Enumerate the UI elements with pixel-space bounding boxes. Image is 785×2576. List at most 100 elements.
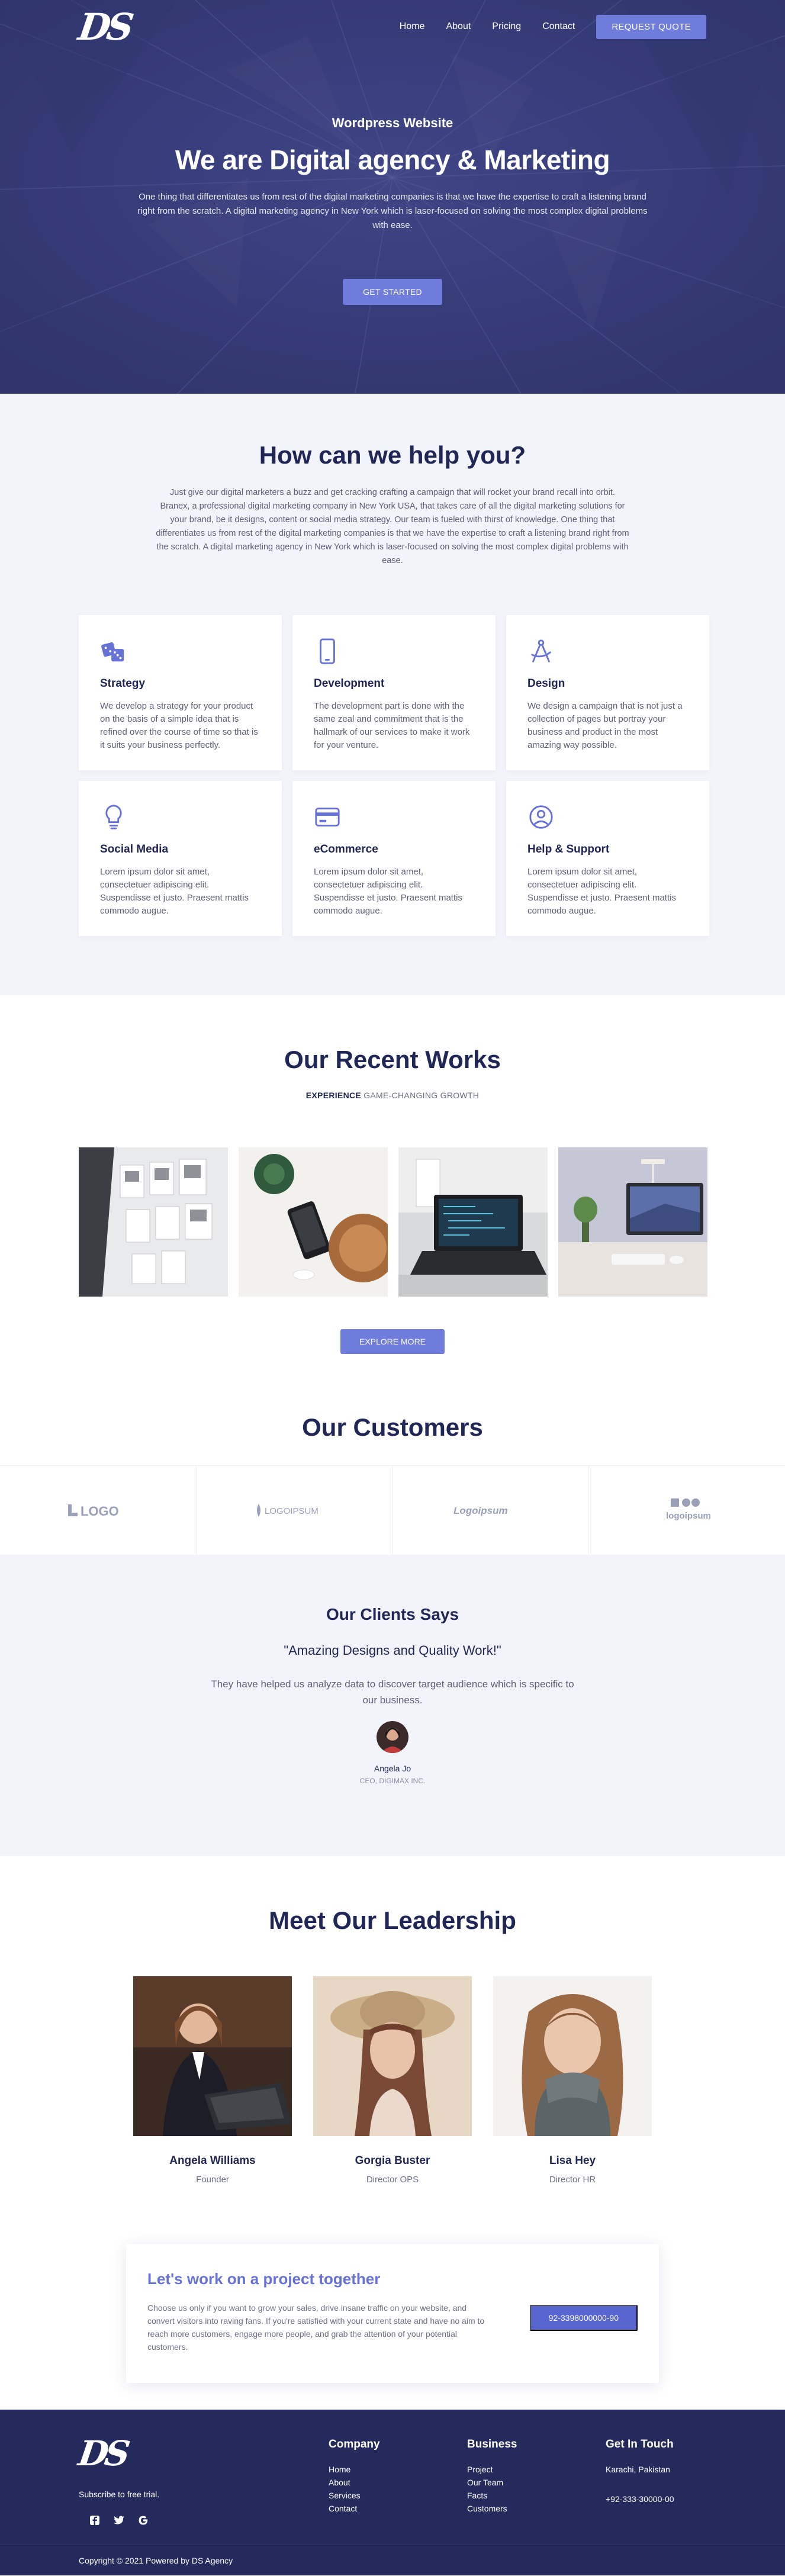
service-title: Help & Support [527, 843, 688, 856]
service-card-design[interactable]: Design We design a campaign that is not … [506, 615, 709, 770]
facebook-icon[interactable] [89, 2515, 100, 2526]
logo-mark-4: logoipsum [654, 1496, 719, 1525]
works-subtitle-rest: GAME-CHANGING GROWTH [361, 1091, 479, 1100]
works-gallery [79, 1147, 706, 1297]
copyright-text: Copyright © 2021 Powered by DS Agency [79, 2556, 233, 2565]
brand-logo[interactable]: DS [76, 5, 133, 49]
footer-contact: Get In Touch Karachi, Pakistan +92-333-3… [606, 2438, 674, 2506]
customer-logo-2[interactable]: LOGOIPSUM [197, 1466, 393, 1555]
testimonial-text: They have helped us analyze data to disc… [203, 1676, 582, 1708]
google-icon[interactable] [138, 2515, 149, 2526]
logo-text-4: logoipsum [666, 1511, 711, 1521]
work-image-laptop-code[interactable] [398, 1147, 548, 1297]
services-section: How can we help you? Just give our digit… [0, 394, 785, 995]
leader-card[interactable]: Angela Williams Founder [133, 1976, 292, 2185]
mobile-icon [314, 638, 341, 665]
nav-links: Home About Pricing Contact REQUEST QUOTE [400, 15, 706, 39]
footer-spacer [606, 2476, 674, 2493]
footer-subscribe[interactable]: Subscribe to free trial. [79, 2490, 159, 2499]
leader-name: Angela Williams [133, 2154, 292, 2167]
work-image-phone-desk[interactable] [239, 1147, 388, 1297]
testimonial-section: Our Clients Says "Amazing Designs and Qu… [0, 1555, 785, 1856]
leader-card[interactable]: Gorgia Buster Director OPS [313, 1976, 472, 2185]
footer-address: Karachi, Pakistan [606, 2463, 674, 2476]
compass-icon [527, 638, 555, 665]
service-title: eCommerce [314, 843, 474, 856]
hero-section: DS Home About Pricing Contact REQUEST QU… [0, 0, 785, 394]
customer-logo-1[interactable]: LOGO [0, 1466, 197, 1555]
customer-logo-3[interactable]: Logoipsum [392, 1466, 589, 1555]
works-subtitle-bold: EXPERIENCE [306, 1091, 361, 1100]
top-navigation: DS Home About Pricing Contact REQUEST QU… [0, 0, 785, 53]
service-title: Design [527, 677, 688, 690]
service-title: Strategy [100, 677, 260, 690]
leader-card[interactable]: Lisa Hey Director HR [493, 1976, 652, 2185]
service-card-strategy[interactable]: Strategy We develop a strategy for your … [79, 615, 282, 770]
footer-link-home[interactable]: Home [329, 2463, 380, 2476]
nav-link-contact[interactable]: Contact [542, 21, 575, 32]
leadership-grid: Angela Williams Founder Gorgia Buster Di… [0, 1976, 785, 2185]
service-title: Social Media [100, 843, 260, 856]
testimonial-name: Angela Jo [0, 1764, 785, 1773]
work-image-workspace[interactable] [558, 1147, 707, 1297]
footer-link-contact[interactable]: Contact [329, 2502, 380, 2515]
leader-role: Director HR [493, 2175, 652, 2185]
service-title: Development [314, 677, 474, 690]
customers-section: Our Customers LOGO LOGOIPSUM Logoipsum l… [0, 1390, 785, 1555]
footer-link-facts[interactable]: Facts [467, 2489, 517, 2502]
logo-mark-3: Logoipsum [449, 1501, 532, 1519]
service-text: Lorem ipsum dolor sit amet, consectetuer… [100, 866, 260, 918]
leadership-title: Meet Our Leadership [0, 1906, 785, 1935]
footer-business-title: Business [467, 2438, 517, 2451]
footer-company-title: Company [329, 2438, 380, 2451]
work-image-office-wall[interactable] [79, 1147, 228, 1297]
service-text: We design a campaign that is not just a … [527, 700, 688, 752]
cta-copy: Let's work on a project together Choose … [147, 2270, 491, 2353]
service-card-social-media[interactable]: Social Media Lorem ipsum dolor sit amet,… [79, 781, 282, 936]
nav-link-pricing[interactable]: Pricing [492, 21, 521, 32]
services-grid: Strategy We develop a strategy for your … [79, 615, 706, 936]
twitter-icon[interactable] [113, 2515, 125, 2526]
service-text: Lorem ipsum dolor sit amet, consectetuer… [314, 866, 474, 918]
service-card-ecommerce[interactable]: eCommerce Lorem ipsum dolor sit amet, co… [292, 781, 496, 936]
footer-logo[interactable]: DS [76, 2433, 129, 2474]
service-text: We develop a strategy for your product o… [100, 700, 260, 752]
service-card-development[interactable]: Development The development part is done… [292, 615, 496, 770]
footer-company: Company Home About Services Contact [329, 2438, 380, 2515]
testimonial-quote: "Amazing Designs and Quality Work!" [0, 1643, 785, 1658]
hero-description: One thing that differentiates us from re… [132, 190, 653, 233]
nav-link-about[interactable]: About [446, 21, 471, 32]
footer-business: Business Project Our Team Facts Customer… [467, 2438, 517, 2515]
footer-contact-title: Get In Touch [606, 2438, 674, 2451]
explore-wrap: EXPLORE MORE [79, 1329, 706, 1354]
avatar [377, 1721, 408, 1753]
footer-link-project[interactable]: Project [467, 2463, 517, 2476]
explore-more-button[interactable]: EXPLORE MORE [340, 1329, 445, 1354]
dice-icon [100, 638, 127, 665]
get-started-button[interactable]: GET STARTED [343, 279, 442, 305]
logo-text-3: Logoipsum [453, 1505, 508, 1516]
footer-link-customers[interactable]: Customers [467, 2502, 517, 2515]
works-title: Our Recent Works [79, 1046, 706, 1074]
nav-link-home[interactable]: Home [400, 21, 425, 32]
logo-text-1: LOGO [81, 1504, 119, 1519]
service-card-help-support[interactable]: Help & Support Lorem ipsum dolor sit ame… [506, 781, 709, 936]
leader-photo [133, 1976, 292, 2136]
testimonial-title: Our Clients Says [0, 1605, 785, 1624]
footer-link-about[interactable]: About [329, 2476, 380, 2489]
request-quote-button[interactable]: REQUEST QUOTE [596, 15, 706, 39]
user-circle-icon [527, 803, 555, 831]
call-phone-button[interactable]: 92-3398000000-90 [530, 2305, 638, 2331]
customers-title: Our Customers [0, 1413, 785, 1442]
footer-link-team[interactable]: Our Team [467, 2476, 517, 2489]
cta-title: Let's work on a project together [147, 2270, 491, 2288]
footer-phone[interactable]: +92-333-30000-00 [606, 2493, 674, 2506]
leader-photo [313, 1976, 472, 2136]
footer-link-services[interactable]: Services [329, 2489, 380, 2502]
logo-mark-1: LOGO [65, 1501, 130, 1519]
lightbulb-icon [100, 803, 127, 831]
leader-name: Gorgia Buster [313, 2154, 472, 2167]
services-title: How can we help you? [79, 441, 706, 469]
hero-content: Wordpress Website We are Digital agency … [0, 115, 785, 305]
customer-logo-4[interactable]: logoipsum [589, 1466, 785, 1555]
